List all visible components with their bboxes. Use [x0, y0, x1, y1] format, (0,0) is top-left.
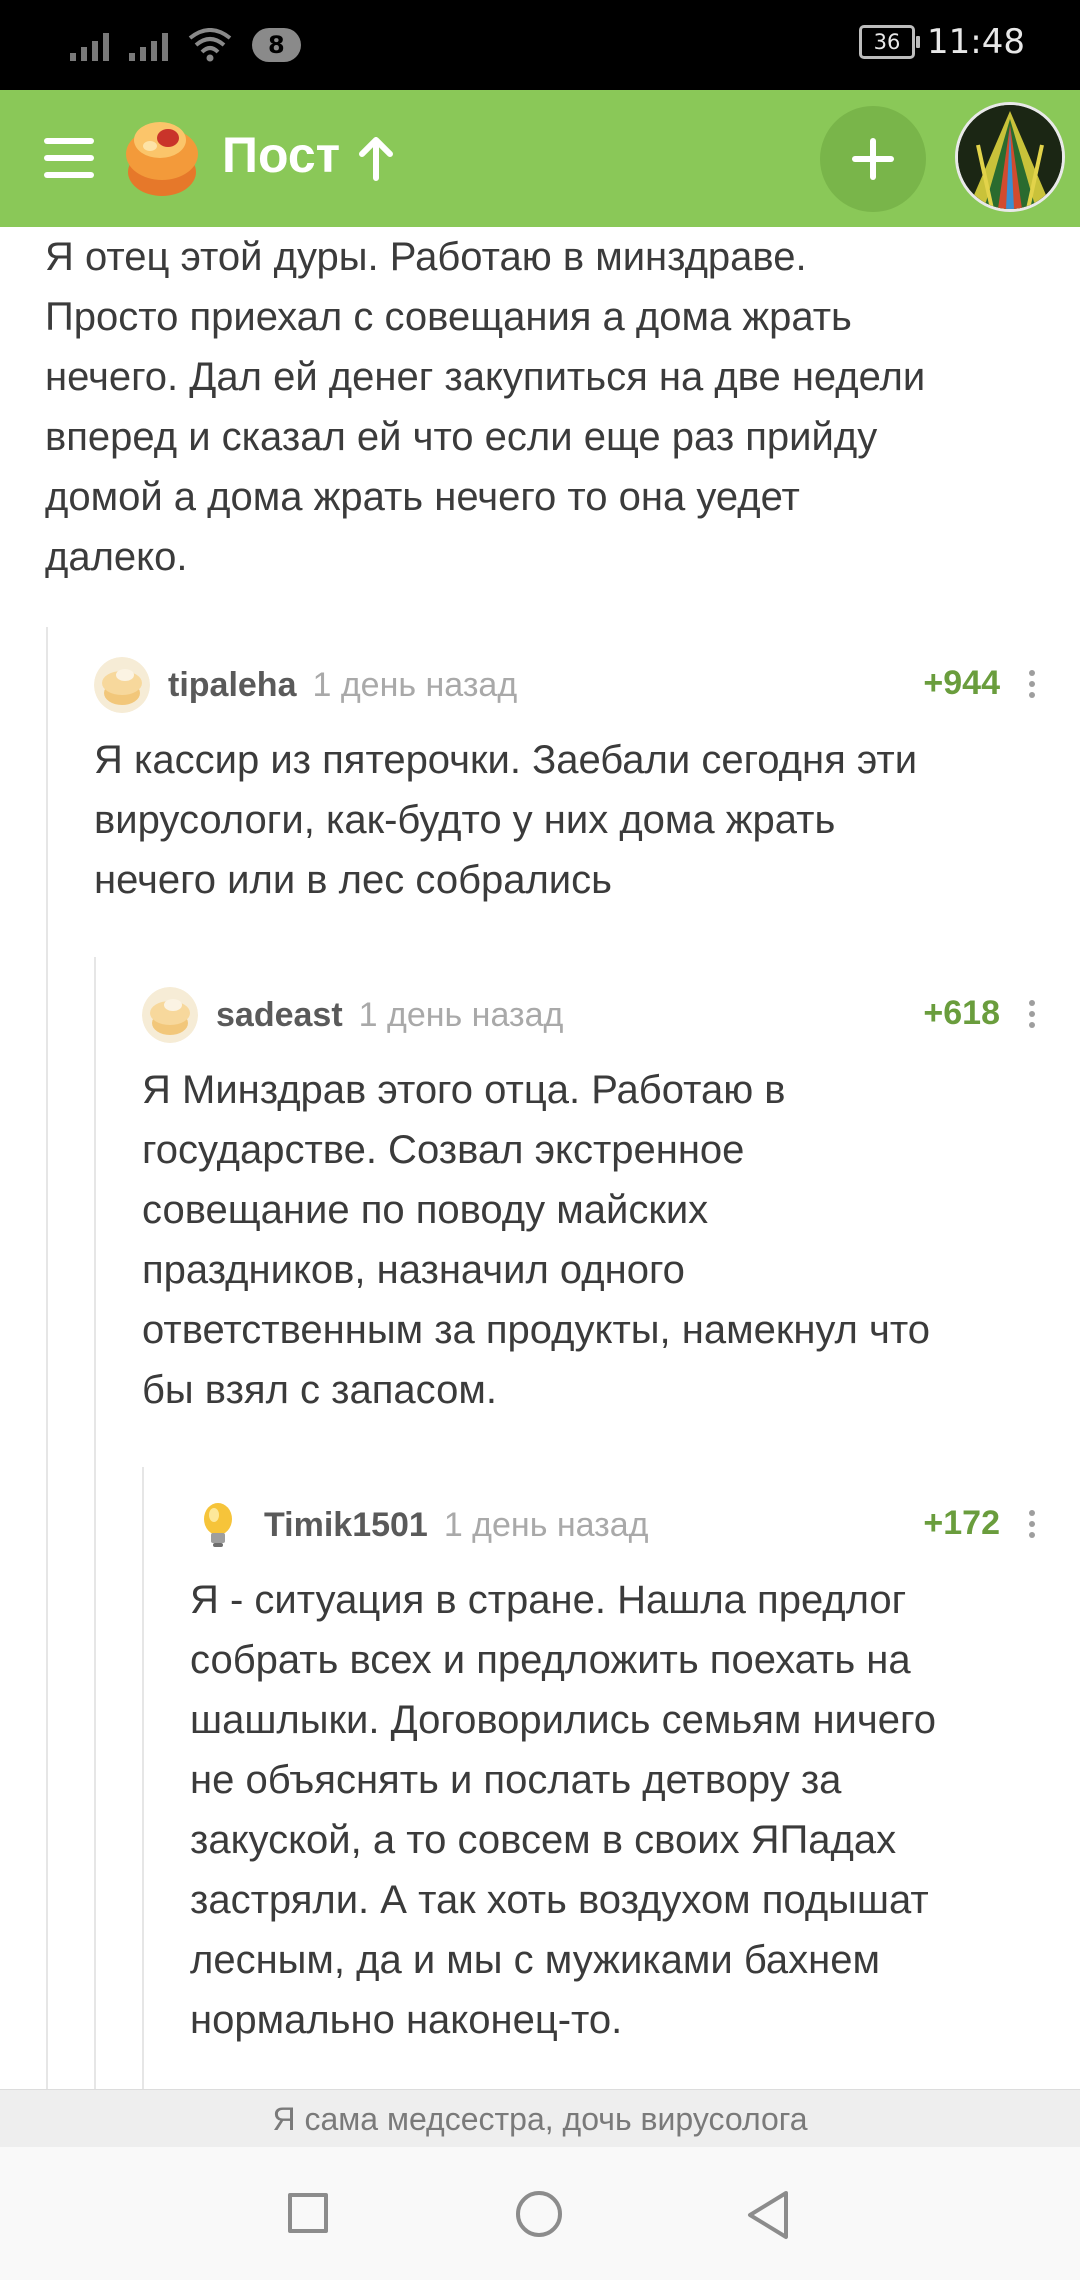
recent-apps-icon[interactable] — [288, 2193, 328, 2233]
home-icon[interactable] — [516, 2191, 562, 2237]
signal-icon — [129, 29, 168, 61]
status-right: 36 11:48 — [859, 22, 1025, 62]
more-icon[interactable] — [1027, 670, 1037, 704]
add-button[interactable] — [820, 106, 926, 212]
status-left: 8 — [70, 24, 301, 66]
system-nav-bar — [0, 2147, 1080, 2280]
comment-time: 1 день назад — [443, 1505, 649, 1544]
signal-icon — [70, 29, 109, 61]
menu-icon[interactable] — [44, 138, 94, 178]
wifi-icon — [188, 28, 232, 62]
comment-username[interactable]: tipaleha — [168, 666, 296, 705]
back-icon[interactable] — [744, 2189, 794, 2241]
app-bar: Пост — [0, 90, 1080, 227]
comment-time: 1 день назад — [312, 665, 518, 704]
notification-badge: 8 — [252, 28, 301, 62]
avatar[interactable] — [955, 102, 1065, 212]
clock: 11:48 — [927, 22, 1025, 62]
more-icon[interactable] — [1027, 1000, 1037, 1034]
comment-header: sadeast 1 день назад — [142, 985, 563, 1045]
thread-line — [142, 1467, 144, 2089]
arrow-up-icon[interactable] — [356, 132, 396, 182]
comment-time: 1 день назад — [358, 995, 564, 1034]
page-title: Пост — [222, 127, 341, 183]
more-icon[interactable] — [1027, 1510, 1037, 1544]
comment-rating: +618 — [923, 994, 1000, 1032]
status-bar: 8 36 11:48 — [0, 0, 1080, 90]
comment-rating: +944 — [923, 664, 1000, 702]
thread-line — [94, 957, 96, 2089]
comment-text: Я Минздрав этого отца. Работаю в государ… — [142, 1068, 930, 1412]
comment-header: tipaleha 1 день назад — [94, 655, 517, 715]
avatar-image — [958, 105, 1062, 209]
comment-text: Я - ситуация в стране. Нашла предлог соб… — [190, 1578, 936, 2042]
comment-header: Timik1501 1 день назад — [190, 1495, 649, 1555]
collapsed-comment-preview[interactable]: Я сама медсестра, дочь вирусолога — [0, 2089, 1080, 2148]
lightbulb-icon[interactable] — [190, 1497, 246, 1553]
thread-line — [46, 627, 48, 2089]
post-text: Я отец этой дуры. Работаю в минздраве. П… — [45, 235, 926, 579]
battery-icon: 36 — [859, 25, 921, 59]
comment-username[interactable]: Timik1501 — [264, 1506, 428, 1545]
avatar[interactable] — [94, 657, 150, 713]
comment-rating: +172 — [923, 1504, 1000, 1542]
logo-icon[interactable] — [120, 116, 204, 200]
post-content: Я отец этой дуры. Работаю в минздраве. П… — [0, 227, 1080, 2089]
comment-text: Я кассир из пятерочки. Заебали сегодня э… — [94, 738, 918, 902]
avatar[interactable] — [142, 987, 198, 1043]
comment-username[interactable]: sadeast — [216, 996, 343, 1035]
